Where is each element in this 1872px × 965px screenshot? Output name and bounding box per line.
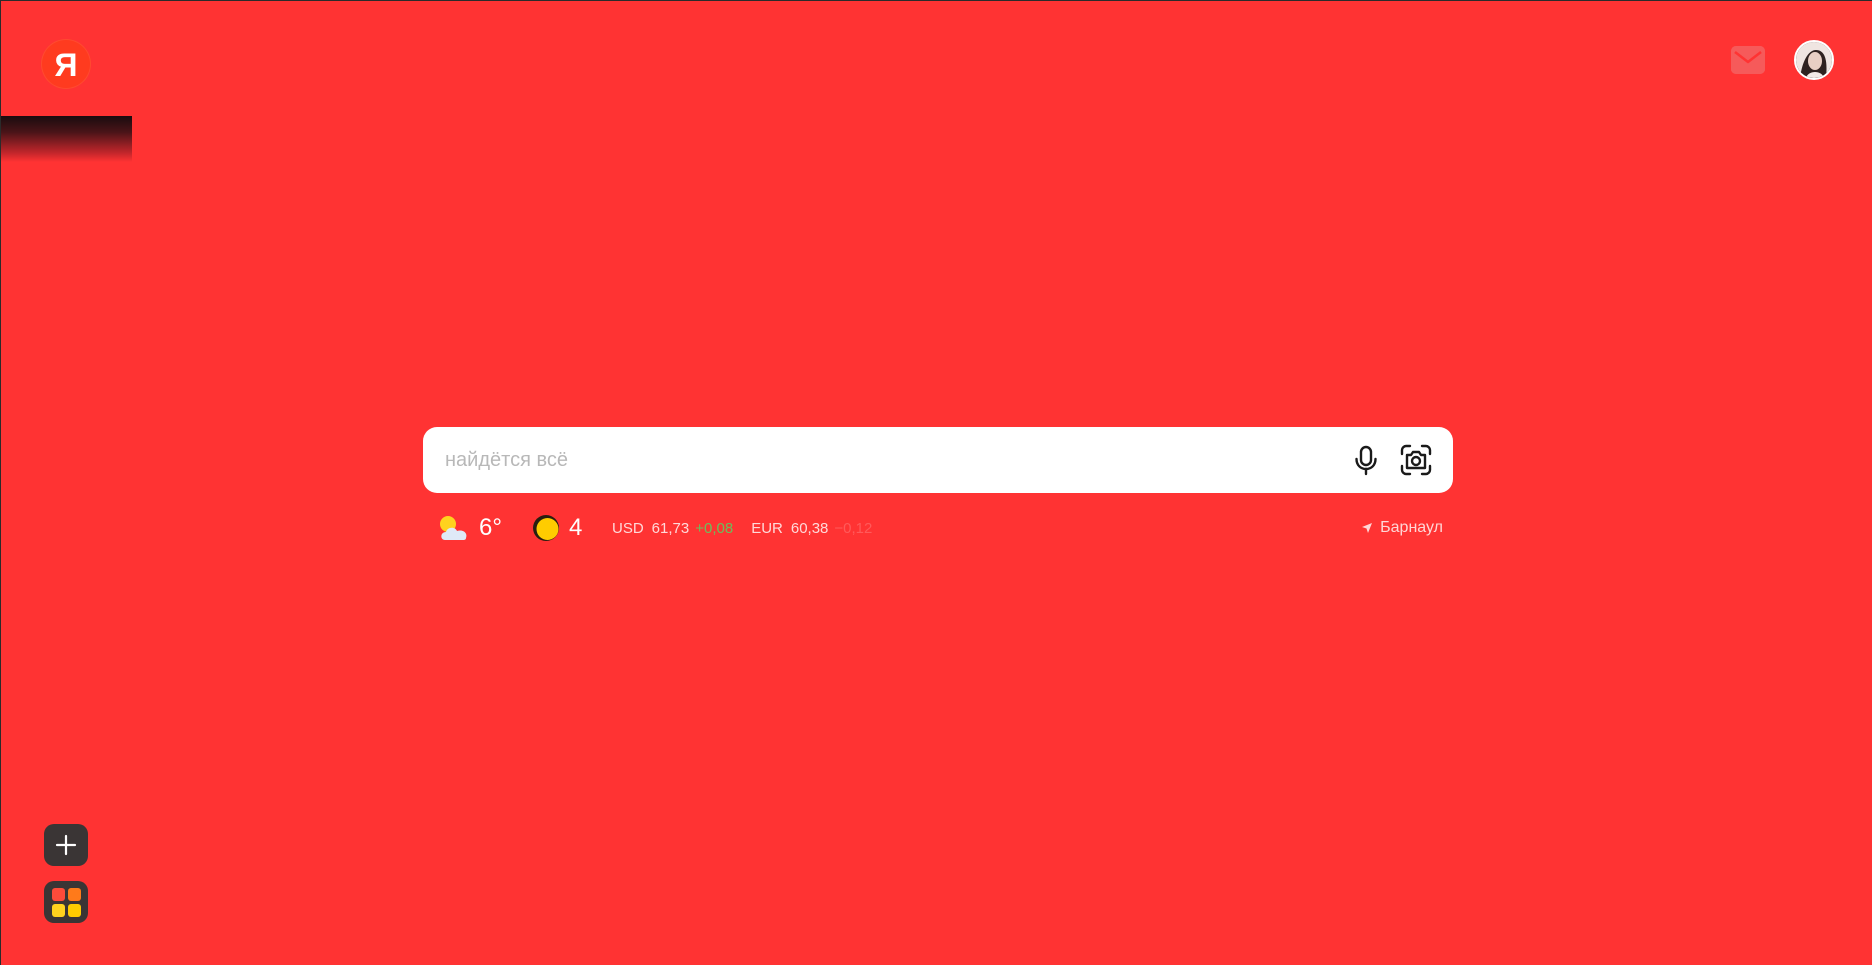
- add-widget-button[interactable]: [44, 824, 88, 866]
- yandex-home-page: Я найдётся всё 6° 4 USD 61,73 +0,08 EUR …: [0, 0, 1872, 965]
- traffic-light-icon: [533, 515, 559, 541]
- dark-gradient-strip: [1, 116, 132, 162]
- location-arrow-icon: [1362, 523, 1373, 533]
- rate-eur[interactable]: EUR 60,38 −0,12: [751, 520, 872, 537]
- user-avatar[interactable]: [1794, 40, 1834, 80]
- rate-usd[interactable]: USD 61,73 +0,08: [612, 520, 733, 537]
- image-search-button[interactable]: [1398, 442, 1434, 478]
- rate-value: 60,38: [790, 519, 829, 537]
- avatar-image: [1796, 42, 1832, 78]
- location-city: Барнаул: [1380, 519, 1443, 536]
- voice-search-button[interactable]: [1348, 442, 1384, 478]
- mail-button[interactable]: [1731, 46, 1765, 74]
- yandex-logo[interactable]: Я: [41, 39, 91, 89]
- microphone-icon: [1355, 445, 1377, 476]
- app-tile-icon: [67, 887, 81, 901]
- app-tile-icon: [51, 903, 65, 917]
- currency-rates: USD 61,73 +0,08 EUR 60,38 −0,12: [612, 511, 872, 545]
- rate-change: −0,12: [834, 519, 873, 537]
- rate-change: +0,08: [695, 519, 734, 537]
- plus-icon: [55, 834, 77, 856]
- mail-icon: [1731, 46, 1765, 74]
- location-informer[interactable]: Барнаул: [1362, 511, 1443, 545]
- rate-code: EUR: [751, 519, 783, 537]
- traffic-score: 4: [569, 514, 583, 541]
- traffic-informer[interactable]: 4: [532, 511, 582, 545]
- weather-informer[interactable]: 6°: [437, 511, 502, 545]
- camera-icon: [1400, 444, 1432, 476]
- search-bar: [423, 427, 1453, 493]
- partly-cloudy-icon: [440, 516, 467, 540]
- app-tile-icon: [51, 887, 65, 901]
- informers-row: 6° 4 USD 61,73 +0,08 EUR 60,38 −0,12 Бар…: [437, 511, 1443, 545]
- app-tile-icon: [67, 903, 81, 917]
- weather-temperature: 6°: [479, 514, 502, 541]
- apps-grid-button[interactable]: [44, 881, 88, 923]
- rate-code: USD: [612, 519, 644, 537]
- rate-value: 61,73: [651, 519, 690, 537]
- search-input[interactable]: [443, 427, 1347, 493]
- yandex-logo-letter: Я: [54, 47, 78, 83]
